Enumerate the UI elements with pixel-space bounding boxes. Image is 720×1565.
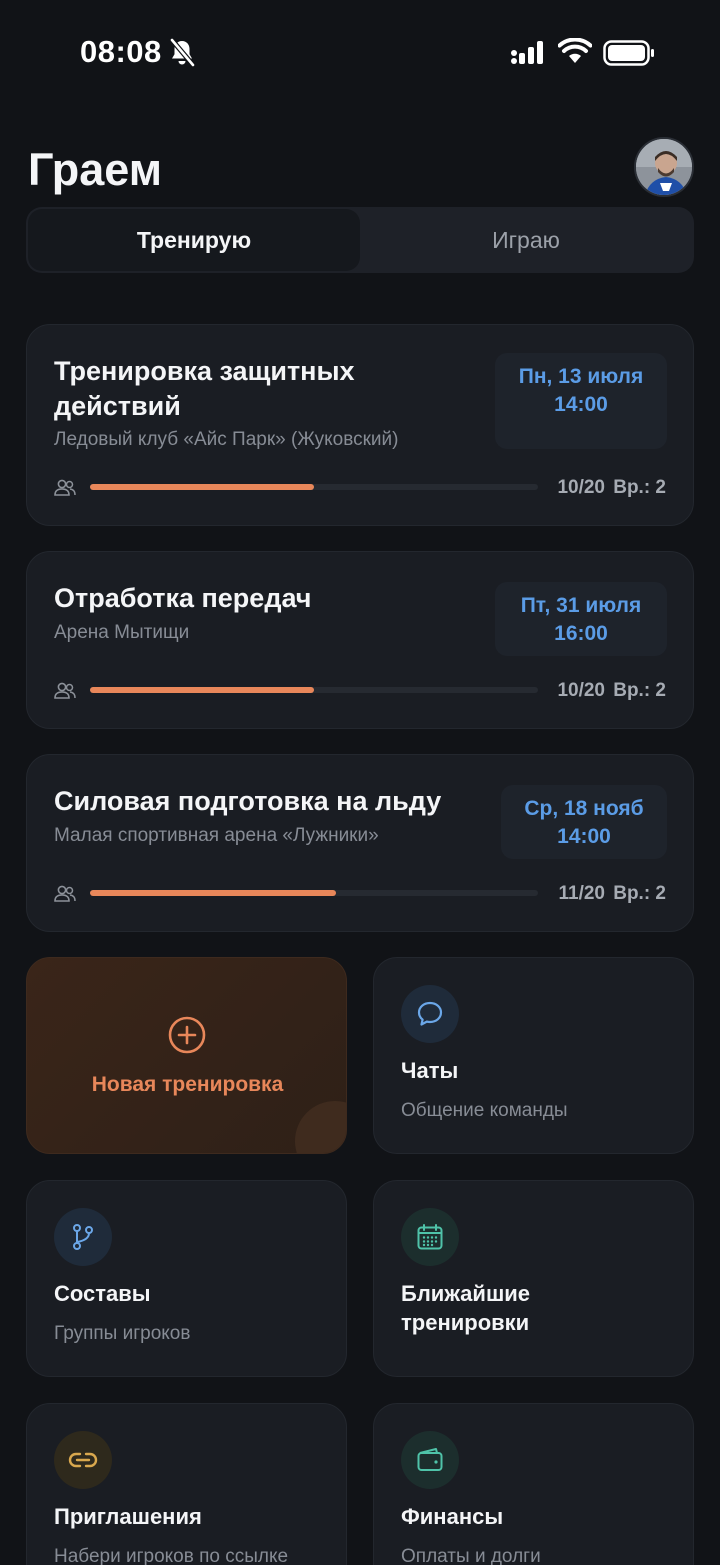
- training-time: 14:00: [557, 825, 611, 848]
- training-title-line: действий: [54, 391, 181, 421]
- training-card[interactable]: Тренировка защитных действий Ледовый клу…: [26, 324, 694, 526]
- finance-tile[interactable]: Финансы Оплаты и долги: [373, 1403, 694, 1565]
- training-card[interactable]: Отработка передач Арена Мытищи Пт, 31 ию…: [26, 551, 694, 729]
- decorative-glow: [295, 1101, 346, 1153]
- training-title-line: Силовая подготовка на льду: [54, 786, 442, 816]
- training-date-badge: Пт, 31 июля 16:00: [495, 582, 667, 656]
- people-icon: [54, 682, 76, 699]
- new-training-label: Новая тренировка: [91, 1073, 284, 1096]
- training-date: Ср, 18 нояб: [524, 797, 644, 820]
- participants-progress: [90, 890, 538, 896]
- reserve-count: Вр.: 2: [613, 883, 666, 904]
- plus-circle-icon: [168, 1016, 206, 1054]
- upcoming-title-line: Ближайшие: [401, 1281, 531, 1306]
- new-training-button[interactable]: Новая тренировка: [26, 957, 347, 1154]
- upcoming-title: Ближайшие тренировки: [401, 1279, 530, 1337]
- training-date: Пн, 13 июля: [518, 365, 644, 388]
- invites-subtitle: Набери игроков по ссылке: [54, 1546, 289, 1565]
- participants-progress: [90, 687, 538, 693]
- finance-subtitle: Оплаты и долги: [401, 1546, 541, 1565]
- page-title: Граем: [28, 144, 163, 195]
- battery-icon: [603, 40, 654, 66]
- invites-tile[interactable]: Приглашения Набери игроков по ссылке: [26, 1403, 347, 1565]
- participants-count: 10/20: [557, 680, 605, 701]
- invites-icon-badge: [54, 1431, 112, 1489]
- reserve-count: Вр.: 2: [613, 680, 666, 701]
- training-card[interactable]: Силовая подготовка на льду Малая спортив…: [26, 754, 694, 932]
- rosters-title: Составы: [54, 1281, 151, 1306]
- participants-count: 11/20: [558, 883, 606, 904]
- training-date-badge: Ср, 18 нояб 14:00: [501, 785, 667, 859]
- mode-segmented-control: Тренирую Играю: [26, 207, 694, 273]
- people-icon: [54, 885, 76, 902]
- training-venue: Арена Мытищи: [54, 622, 190, 643]
- upcoming-icon-badge: [401, 1208, 459, 1266]
- finance-title: Финансы: [401, 1504, 504, 1529]
- link-icon: [68, 1452, 98, 1468]
- training-date-badge: Пн, 13 июля 14:00: [495, 353, 667, 449]
- training-venue: Малая спортивная арена «Лужники»: [54, 825, 379, 846]
- training-venue: Ледовый клуб «Айс Парк» (Жуковский): [54, 429, 399, 450]
- training-title-line: Отработка передач: [54, 583, 312, 613]
- wifi-icon: [558, 38, 592, 63]
- branch-icon: [73, 1224, 93, 1250]
- avatar[interactable]: [634, 137, 694, 197]
- participants-count: 10/20: [557, 477, 605, 498]
- rosters-subtitle: Группы игроков: [54, 1323, 191, 1344]
- invites-title: Приглашения: [54, 1504, 202, 1529]
- tab-training[interactable]: Тренирую: [28, 209, 360, 271]
- training-time: 16:00: [554, 622, 608, 645]
- upcoming-title-line: тренировки: [401, 1310, 530, 1335]
- calendar-icon: [417, 1224, 443, 1250]
- training-date: Пт, 31 июля: [520, 594, 642, 617]
- participants-progress-fill: [90, 687, 314, 693]
- participants-progress-fill: [90, 484, 314, 490]
- status-bar: 08:08: [0, 0, 720, 100]
- reserve-count: Вр.: 2: [613, 477, 666, 498]
- training-title-line: Тренировка защитных: [54, 356, 355, 386]
- participants-progress: [90, 484, 538, 490]
- avatar-photo: [636, 139, 692, 195]
- training-title: Тренировка защитных действий: [54, 354, 355, 424]
- training-title: Отработка передач: [54, 581, 311, 616]
- training-title: Силовая подготовка на льду: [54, 784, 441, 819]
- wallet-icon: [417, 1448, 443, 1471]
- people-icon: [54, 479, 76, 496]
- chats-subtitle: Общение команды: [401, 1100, 568, 1121]
- chats-title: Чаты: [401, 1058, 459, 1083]
- rosters-icon-badge: [54, 1208, 112, 1266]
- tab-playing[interactable]: Играю: [360, 209, 692, 271]
- chats-icon-badge: [401, 985, 459, 1043]
- bell-off-icon: [170, 38, 195, 67]
- training-time: 14:00: [554, 393, 608, 416]
- finance-icon-badge: [401, 1431, 459, 1489]
- participants-progress-fill: [90, 890, 337, 896]
- chats-tile[interactable]: Чаты Общение команды: [373, 957, 694, 1154]
- screen: 08:08 Граем Тренирую Играю Тренировка за…: [0, 0, 720, 1565]
- status-time: 08:08: [80, 34, 162, 69]
- cellular-signal-icon: [511, 41, 543, 64]
- upcoming-trainings-tile[interactable]: Ближайшие тренировки: [373, 1180, 694, 1377]
- rosters-tile[interactable]: Составы Группы игроков: [26, 1180, 347, 1377]
- chat-bubble-icon: [417, 1001, 443, 1026]
